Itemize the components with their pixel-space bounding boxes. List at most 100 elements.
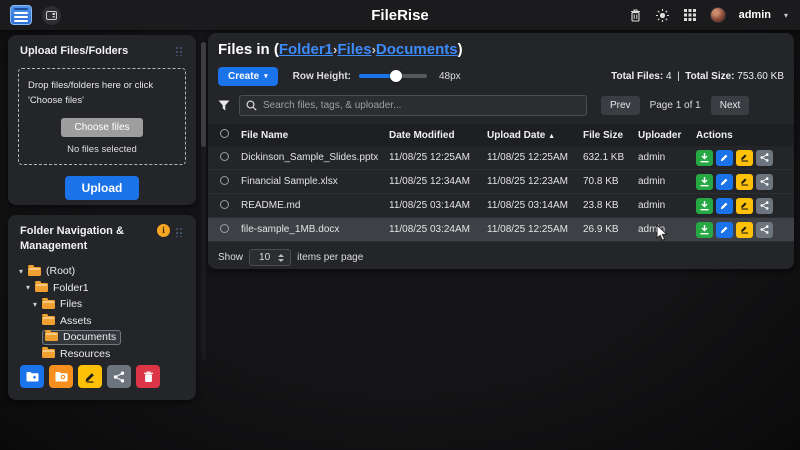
column-header-upload-date[interactable]: Upload Date ▲	[487, 130, 583, 141]
edit-button[interactable]	[716, 198, 733, 214]
table-row[interactable]: Financial Sample.xlsx 11/08/25 12:34AM 1…	[208, 170, 794, 194]
tree-item-root[interactable]: ▾ (Root)	[8, 263, 196, 280]
rename-folder-button[interactable]	[78, 365, 102, 388]
file-size-cell: 632.1 KB	[583, 152, 638, 163]
create-folder-button[interactable]	[20, 365, 44, 388]
column-header-file-size[interactable]: File Size	[583, 130, 638, 141]
table-row[interactable]: file-sample_1MB.docx 11/08/25 03:24AM 11…	[208, 218, 794, 242]
file-size-cell: 23.8 KB	[583, 200, 638, 211]
user-menu-caret-icon[interactable]: ▾	[784, 11, 788, 20]
table-row[interactable]: README.md 11/08/25 03:14AM 11/08/25 03:1…	[208, 194, 794, 218]
file-size-cell: 70.8 KB	[583, 176, 638, 187]
edit-button[interactable]	[716, 150, 733, 166]
upload-panel-title: Upload Files/Folders	[20, 44, 128, 59]
items-per-page-value: 10	[259, 252, 270, 263]
file-name-cell[interactable]: file-sample_1MB.docx	[241, 224, 389, 235]
move-folder-button[interactable]	[49, 365, 73, 388]
choose-files-button[interactable]: Choose files	[61, 118, 142, 137]
tree-item-files[interactable]: ▾ Files	[8, 296, 196, 313]
next-page-button[interactable]: Next	[711, 96, 750, 115]
upload-button[interactable]: Upload	[65, 176, 140, 200]
apps-grid-button[interactable]	[683, 8, 697, 22]
caret-down-icon[interactable]: ▾	[26, 283, 35, 292]
edit-button[interactable]	[716, 222, 733, 238]
tree-item-label: Files	[60, 298, 82, 310]
filter-icon[interactable]	[218, 100, 232, 112]
row-checkbox[interactable]	[220, 200, 229, 209]
breadcrumb-link-folder1[interactable]: Folder1	[279, 41, 333, 58]
row-checkbox[interactable]	[220, 152, 229, 161]
file-name-cell[interactable]: Financial Sample.xlsx	[241, 176, 389, 187]
row-checkbox[interactable]	[220, 224, 229, 233]
breadcrumb: Files in (Folder1›Files›Documents)	[208, 33, 794, 60]
download-button[interactable]	[696, 150, 713, 166]
tree-item-resources[interactable]: Resources	[8, 345, 196, 362]
items-per-page-suffix: items per page	[297, 252, 363, 263]
prev-page-button[interactable]: Prev	[601, 96, 640, 115]
per-page-row: Show 10 items per page	[208, 249, 794, 266]
search-box[interactable]	[239, 95, 587, 116]
tree-item-folder1[interactable]: ▾ Folder1	[8, 279, 196, 296]
search-icon	[246, 100, 257, 111]
user-avatar[interactable]	[710, 7, 726, 23]
folder-icon	[42, 300, 55, 309]
vertical-scrollbar[interactable]	[201, 42, 206, 360]
totals-separator: |	[677, 71, 680, 82]
row-actions	[696, 222, 794, 238]
rename-button[interactable]	[736, 198, 753, 214]
scrollbar-thumb[interactable]	[201, 42, 206, 147]
create-button[interactable]: Create ▾	[218, 67, 278, 86]
rename-button[interactable]	[736, 222, 753, 238]
total-size-label: Total Size:	[685, 71, 734, 82]
share-button[interactable]	[756, 150, 773, 166]
row-height-slider[interactable]	[359, 74, 427, 78]
drag-handle-icon[interactable]	[175, 46, 184, 56]
column-header-file-name[interactable]: File Name	[241, 130, 389, 141]
select-all-checkbox[interactable]	[220, 129, 229, 138]
breadcrumb-link-documents[interactable]: Documents	[376, 41, 458, 58]
tree-item-assets[interactable]: Assets	[8, 312, 196, 329]
upload-date-cell: 11/08/25 12:23AM	[487, 176, 583, 187]
file-name-cell[interactable]: README.md	[241, 200, 389, 211]
row-height-label: Row Height:	[293, 71, 351, 82]
file-table: File Name Date Modified Upload Date ▲ Fi…	[208, 124, 794, 242]
column-header-actions: Actions	[696, 130, 794, 141]
rename-button[interactable]	[736, 150, 753, 166]
table-row[interactable]: Dickinson_Sample_Slides.pptx 11/08/25 12…	[208, 146, 794, 170]
username-label[interactable]: admin	[739, 9, 771, 21]
edit-button[interactable]	[716, 174, 733, 190]
share-folder-button[interactable]	[107, 365, 131, 388]
create-button-label: Create	[228, 71, 259, 82]
column-header-date-modified[interactable]: Date Modified	[389, 130, 487, 141]
file-dropzone[interactable]: Drop files/folders here or click 'Choose…	[18, 68, 186, 164]
caret-down-icon[interactable]: ▾	[19, 267, 28, 276]
tree-item-documents[interactable]: Documents	[8, 329, 196, 346]
folder-icon	[42, 316, 55, 325]
row-checkbox[interactable]	[220, 176, 229, 185]
folder-panel-title: Folder Navigation & Management	[20, 224, 136, 255]
breadcrumb-link-files[interactable]: Files	[337, 41, 371, 58]
theme-toggle-icon[interactable]	[656, 8, 670, 22]
row-actions	[696, 150, 794, 166]
share-button[interactable]	[756, 222, 773, 238]
share-button[interactable]	[756, 174, 773, 190]
download-button[interactable]	[696, 174, 713, 190]
share-button[interactable]	[756, 198, 773, 214]
file-name-cell[interactable]: Dickinson_Sample_Slides.pptx	[241, 152, 389, 163]
slider-thumb[interactable]	[390, 70, 402, 82]
folder-icon	[42, 349, 55, 358]
tree-item-label: Assets	[60, 315, 92, 327]
delete-folder-button[interactable]	[136, 365, 160, 388]
trash-button[interactable]	[629, 8, 643, 22]
rename-button[interactable]	[736, 174, 753, 190]
column-header-uploader[interactable]: Uploader	[638, 130, 696, 141]
search-input[interactable]	[263, 100, 580, 111]
download-button[interactable]	[696, 198, 713, 214]
download-button[interactable]	[696, 222, 713, 238]
items-per-page-select[interactable]: 10	[249, 249, 291, 266]
drag-handle-icon[interactable]	[175, 227, 184, 237]
info-icon[interactable]: i	[157, 224, 170, 237]
uploader-cell: admin	[638, 176, 696, 187]
caret-down-icon[interactable]: ▾	[33, 300, 42, 309]
table-header-row: File Name Date Modified Upload Date ▲ Fi…	[208, 124, 794, 146]
